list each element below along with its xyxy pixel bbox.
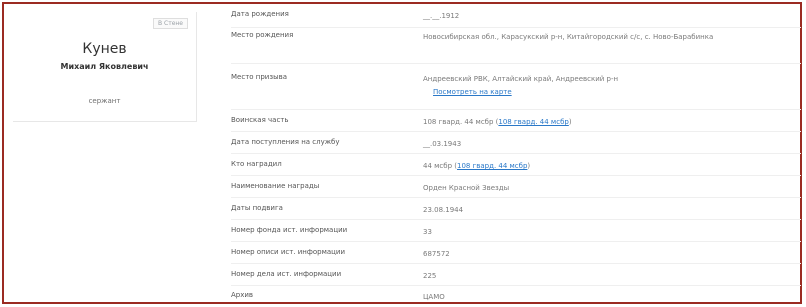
field-value: 23.08.1944	[423, 206, 464, 214]
field-value: Орден Красной Звезды	[423, 184, 510, 192]
field-value: ЦАМО	[423, 293, 445, 301]
field-label: Место рождения	[231, 31, 294, 39]
field-value: Андреевский РВК, Алтайский край, Андреев…	[423, 73, 793, 99]
awarded-by-link[interactable]: 108 гвард. 44 мсбр	[457, 162, 527, 170]
field-value-text: Андреевский РВК, Алтайский край, Андреев…	[423, 75, 619, 83]
record-frame: В Стене Кунев Михаил Яковлевич сержант Д…	[2, 2, 802, 304]
field-label: Дата рождения	[231, 10, 289, 18]
field-row-case-number: Номер дела ист. информации 225	[231, 264, 801, 286]
field-row-award-name: Наименование награды Орден Красной Звезд…	[231, 176, 801, 198]
field-label: Наименование награды	[231, 182, 320, 190]
field-row-conscription-place: Место призыва Андреевский РВК, Алтайский…	[231, 64, 801, 110]
field-value: __.03.1943	[423, 140, 462, 148]
military-unit-link[interactable]: 108 гвард. 44 мсбр	[498, 118, 568, 126]
person-surname: Кунев	[82, 41, 127, 57]
field-value: Новосибирская обл., Карасукский р-н, Кит…	[423, 33, 714, 41]
card-badge[interactable]: В Стене	[152, 18, 188, 29]
field-value: __.__.1912	[423, 12, 460, 20]
field-row-fund-number: Номер фонда ист. информации 33	[231, 220, 801, 242]
field-row-birth-place: Место рождения Новосибирская обл., Карас…	[231, 28, 801, 64]
person-rank: сержант	[88, 97, 121, 105]
field-label: Номер фонда ист. информации	[231, 226, 348, 234]
field-value-text: )	[527, 162, 531, 170]
person-name: Михаил Яковлевич	[60, 62, 149, 71]
field-row-awarded-by: Кто наградил 44 мсбр (108 гвард. 44 мсбр…	[231, 154, 801, 176]
field-value: 44 мсбр (108 гвард. 44 мсбр)	[423, 160, 793, 173]
field-row-military-unit: Воинская часть 108 гвард. 44 мсбр (108 г…	[231, 110, 801, 132]
field-label: Дата поступления на службу	[231, 138, 340, 146]
field-label: Номер описи ист. информации	[231, 248, 346, 256]
field-row-service-start: Дата поступления на службу __.03.1943	[231, 132, 801, 154]
view-on-map-link[interactable]: Посмотреть на карте	[433, 88, 512, 96]
field-value: 108 гвард. 44 мсбр (108 гвард. 44 мсбр)	[423, 116, 793, 129]
field-row-feat-date: Даты подвига 23.08.1944	[231, 198, 801, 220]
field-label: Воинская часть	[231, 116, 289, 124]
field-value-text: 44 мсбр (	[423, 162, 457, 170]
field-value: 687572	[423, 250, 450, 258]
field-row-inventory-number: Номер описи ист. информации 687572	[231, 242, 801, 264]
field-value: 33	[423, 228, 432, 236]
field-label: Даты подвига	[231, 204, 283, 212]
field-value-text: )	[568, 118, 572, 126]
field-value-text: 108 гвард. 44 мсбр (	[423, 118, 499, 126]
field-row-birth-date: Дата рождения __.__.1912	[231, 10, 801, 28]
field-value: 225	[423, 272, 437, 280]
field-label: Место призыва	[231, 73, 288, 81]
field-row-archive: Архив ЦАМО	[231, 286, 801, 304]
field-label: Кто наградил	[231, 160, 282, 168]
field-label: Архив	[231, 291, 254, 299]
person-card: В Стене Кунев Михаил Яковлевич сержант	[13, 12, 197, 122]
field-label: Номер дела ист. информации	[231, 270, 342, 278]
